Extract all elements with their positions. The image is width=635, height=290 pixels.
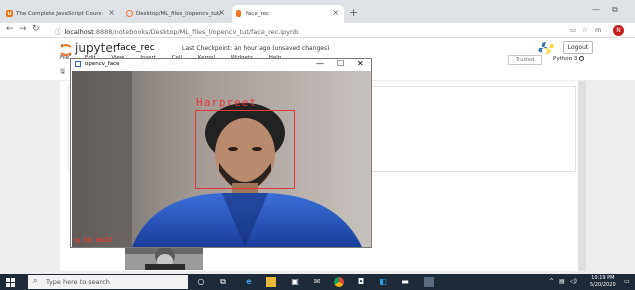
notifications-icon[interactable]: ▭ — [624, 278, 630, 285]
file-explorer-icon[interactable] — [266, 277, 276, 287]
close-icon[interactable]: × — [108, 8, 115, 17]
show-hidden-icons-icon[interactable]: ^ — [549, 278, 554, 285]
cortana-icon[interactable]: ○ — [196, 277, 206, 287]
opencv-titlebar[interactable]: opencv_face — ☐ ✕ — [71, 59, 371, 70]
kernel-indicator[interactable]: Python 3 — [553, 56, 585, 62]
window-title: opencv_face — [85, 61, 120, 67]
scrollbar[interactable] — [578, 81, 586, 271]
notebook-icon — [236, 10, 241, 17]
minimize-icon[interactable]: — — [316, 59, 324, 68]
window-icon — [75, 61, 81, 67]
info-icon: ⓘ — [55, 28, 62, 36]
store-icon[interactable]: ▣ — [290, 277, 300, 287]
udemy-icon: u — [6, 10, 13, 17]
search-placeholder: Type here to search — [46, 278, 110, 286]
windows-start-icon[interactable] — [6, 278, 15, 287]
menu-file[interactable]: File — [60, 55, 69, 61]
extension-icon[interactable]: m — [595, 26, 601, 34]
tab-javascript-course[interactable]: u The Complete JavaScript Cours· × — [2, 5, 120, 23]
vscode-icon[interactable]: ◧ — [378, 277, 388, 287]
browser-tab-strip: u The Complete JavaScript Cours· × Deskt… — [0, 0, 635, 23]
maximize-icon[interactable]: ☐ — [337, 59, 344, 68]
logout-button[interactable]: Logout — [563, 41, 593, 54]
tab-desktop-files[interactable]: Desktop/ML_files_l/opencv_tut/ × — [122, 5, 230, 23]
face-label: Harpreet — [196, 96, 257, 109]
taskbar: ⌕ Type here to search ○ ⧉ e ▣ ✉ ◘ ◧ ▬ ^ … — [0, 274, 635, 290]
close-icon[interactable]: × — [218, 8, 225, 17]
cast-icon[interactable]: ▭ — [570, 26, 576, 34]
kernel-status-icon — [579, 56, 585, 61]
forward-icon[interactable]: → — [19, 24, 27, 34]
tab-title: face_rec — [246, 11, 270, 17]
tab-face-rec[interactable]: face_rec × — [232, 5, 344, 23]
trusted-indicator[interactable]: Trusted — [508, 55, 542, 65]
taskbar-search-box[interactable]: ⌕ Type here to search — [28, 275, 188, 289]
close-icon[interactable]: ✕ — [357, 59, 364, 68]
chrome-icon[interactable] — [334, 277, 344, 287]
restore-icon[interactable]: ⧉ — [612, 5, 618, 15]
task-view-icon[interactable]: ⧉ — [218, 277, 228, 287]
profile-avatar[interactable]: N — [613, 25, 624, 36]
terminal-icon[interactable]: ▬ — [400, 277, 410, 287]
jupyter-icon — [126, 10, 133, 17]
python-window-icon[interactable] — [424, 277, 434, 287]
exit-hint: q to exit — [75, 236, 113, 244]
network-icon[interactable]: ▤ — [559, 278, 565, 285]
webcam-frame: Harpreet q to exit — [72, 71, 371, 247]
reload-icon[interactable]: ↻ — [32, 24, 40, 34]
output-image-thumbnail — [125, 246, 203, 270]
bookmark-star-icon[interactable]: ☆ — [582, 26, 588, 34]
close-icon[interactable]: × — [332, 8, 339, 17]
taskbar-clock[interactable]: 10:19 PM 5/20/2020 — [590, 275, 616, 289]
opencv-window[interactable]: opencv_face — ☐ ✕ Harpreet q to exit — [70, 58, 372, 248]
back-icon[interactable]: ← — [6, 24, 14, 34]
python-logo-icon — [538, 42, 554, 54]
edge-icon[interactable]: e — [244, 277, 254, 287]
tab-title: The Complete JavaScript Cours· — [16, 11, 104, 17]
mail-icon[interactable]: ✉ — [312, 277, 322, 287]
save-icon[interactable]: 🖫 — [60, 67, 65, 77]
notebook-name[interactable]: face_rec — [117, 43, 155, 53]
search-icon: ⌕ — [33, 276, 38, 285]
checkpoint-status: Last Checkpoint: an hour ago (unsaved ch… — [182, 45, 330, 52]
tab-title: Desktop/ML_files_l/opencv_tut/ — [136, 11, 221, 17]
address-bar-row: ← → ↻ ⓘ localhost:8888/notebooks/Desktop/… — [0, 23, 635, 38]
camera-icon[interactable]: ◘ — [356, 277, 366, 287]
jupyter-brand[interactable]: jupyter — [75, 41, 118, 55]
url-field[interactable]: ⓘ localhost:8888/notebooks/Desktop/ML_fil… — [55, 26, 298, 36]
face-detection-box — [195, 110, 295, 189]
volume-icon[interactable]: ◁) — [570, 278, 577, 285]
new-tab-button[interactable]: + — [349, 6, 358, 19]
minimize-icon[interactable]: — — [592, 5, 600, 14]
